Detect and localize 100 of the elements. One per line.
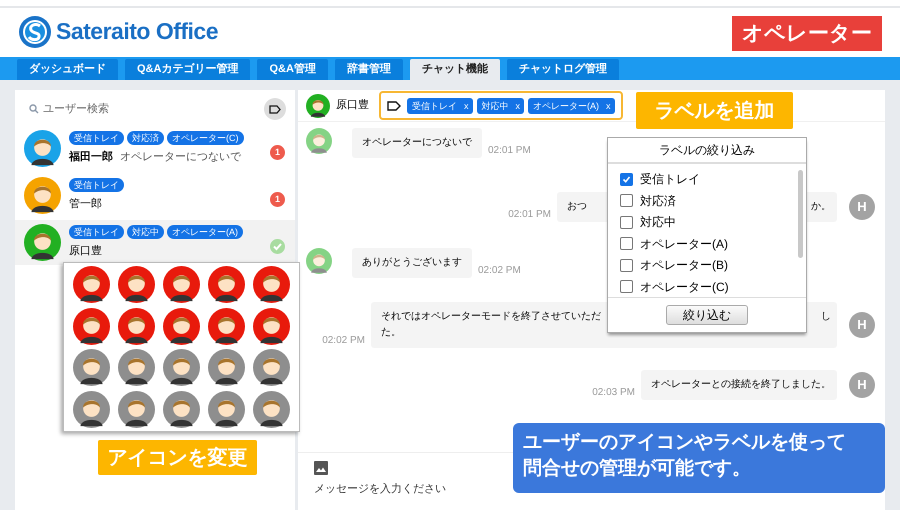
message-text: オペレーターとの接続を終了しました。	[651, 378, 831, 392]
message-input-field[interactable]: メッセージを入力ください	[314, 481, 499, 498]
avatar-icon[interactable]	[208, 266, 245, 304]
message-time: 02:03 PM	[592, 386, 635, 400]
label-tag: 受信トレイ	[69, 225, 124, 240]
avatar-icon[interactable]	[253, 266, 290, 304]
label-filter-button[interactable]	[264, 98, 286, 120]
user-initial-avatar: H	[849, 194, 875, 220]
user-initial-avatar: H	[849, 372, 875, 398]
avatar-icon[interactable]	[118, 349, 155, 386]
message-text: オペレーターにつないで	[362, 136, 472, 150]
remove-label-button[interactable]: x	[606, 98, 610, 114]
message-time: 02:02 PM	[478, 264, 521, 278]
checkbox-label: 対応中	[640, 214, 676, 232]
checkbox-label: 受信トレイ	[640, 171, 700, 188]
label-tag: オペレーター(A) x	[528, 98, 614, 114]
checkbox[interactable]	[620, 237, 633, 250]
checkbox[interactable]	[620, 258, 633, 272]
label-tag: 対応中 x	[476, 98, 524, 114]
unread-count-badge: 1	[270, 192, 285, 207]
message-time: 02:01 PM	[488, 144, 531, 158]
user-initial-avatar: H	[849, 312, 875, 338]
user-name: 原口豊	[69, 244, 102, 260]
checkbox[interactable]	[620, 216, 633, 229]
user-list-item[interactable]: 受信トレイ 対応済 オペレーター(C) 福田一郎 オペレーターにつないで 1	[15, 126, 295, 171]
message-text: か。	[811, 200, 831, 214]
message-text: し	[821, 310, 831, 324]
checkmark-icon	[622, 174, 631, 184]
label-tag: 受信トレイ	[69, 131, 124, 146]
apply-filter-button[interactable]: 絞り込む	[666, 305, 748, 326]
avatar-icon[interactable]	[253, 349, 290, 386]
nav-tab[interactable]: ダッシュボード	[17, 59, 118, 80]
user-name: 管一郎	[69, 196, 102, 212]
message-time: 02:02 PM	[322, 334, 365, 348]
nav-tab[interactable]: 辞書管理	[334, 59, 403, 80]
avatar-icon[interactable]	[208, 308, 245, 345]
message-text: た。	[381, 326, 401, 340]
avatar-icon	[24, 130, 61, 167]
user-list-item[interactable]: 受信トレイ 対応中 オペレーター(A) 原口豊	[15, 220, 295, 265]
tag-icon	[387, 100, 401, 110]
unread-count-badge: 1	[270, 145, 285, 160]
search-icon	[29, 104, 39, 114]
role-badge: オペレーター	[732, 16, 882, 52]
nav-tab[interactable]: Q&Aカテゴリー管理	[125, 59, 250, 80]
checkbox-label: オペレーター(C)	[640, 278, 729, 296]
avatar-icon[interactable]	[118, 390, 155, 428]
avatar-icon[interactable]	[163, 308, 200, 345]
avatar-icon	[24, 224, 61, 261]
check-icon	[270, 239, 285, 254]
callout-text: 問合せの管理が可能です。	[523, 457, 752, 481]
checkbox[interactable]	[620, 194, 633, 208]
message-preview: オペレーターにつないで	[120, 150, 241, 166]
nav-tab[interactable]: Q&A管理	[257, 59, 328, 80]
label-tag: 受信トレイ	[69, 178, 124, 192]
logo-icon	[18, 14, 52, 48]
change-icon-callout: アイコンを変更	[98, 440, 257, 475]
avatar-icon[interactable]	[208, 349, 245, 386]
avatar-icon[interactable]	[208, 390, 245, 428]
avatar-icon	[24, 177, 61, 214]
avatar-icon[interactable]	[73, 390, 110, 428]
remove-label-button[interactable]: x	[464, 98, 468, 114]
callout-text: ユーザーのアイコンやラベルを使って	[523, 431, 847, 455]
remove-label-button[interactable]: x	[516, 98, 520, 114]
chat-user-name: 原口豊	[336, 98, 369, 114]
avatar-icon[interactable]	[73, 349, 110, 386]
avatar-icon	[306, 248, 332, 274]
avatar-icon[interactable]	[73, 308, 110, 345]
image-icon[interactable]	[314, 461, 328, 475]
message-text: ありがとうございます	[362, 256, 462, 270]
logo-text: Sateraito Office	[56, 17, 218, 46]
dropdown-title: ラベルの絞り込み	[608, 138, 806, 164]
checkbox[interactable]	[620, 172, 633, 186]
user-search-field[interactable]: ユーザー検索	[43, 100, 193, 118]
message-text: それではオペレーターモードを終了させていただ	[381, 310, 601, 324]
avatar-icon[interactable]	[118, 266, 155, 304]
checkbox-label: 対応済	[640, 192, 676, 210]
label-tag: 受信トレイ x	[407, 98, 472, 114]
avatar-icon[interactable]	[73, 266, 110, 304]
checkbox-label: オペレーター(A)	[640, 236, 728, 253]
avatar-icon[interactable]	[253, 390, 290, 428]
user-list-item[interactable]: 受信トレイ 管一郎 1	[15, 173, 295, 218]
checkbox[interactable]	[620, 280, 633, 294]
add-label-callout: ラベルを追加	[636, 92, 793, 129]
nav-tab[interactable]: チャット機能	[410, 59, 500, 80]
avatar-icon[interactable]	[163, 390, 200, 428]
label-tag: オペレーター(A)	[167, 225, 243, 240]
scrollbar[interactable]	[798, 170, 803, 258]
checkbox-label: オペレーター(B)	[640, 257, 728, 274]
avatar-icon[interactable]	[163, 266, 200, 304]
label-tag: 対応中	[127, 225, 164, 240]
label-tag: オペレーター(C)	[167, 131, 244, 146]
message-text: おつ	[567, 200, 587, 214]
avatar-icon[interactable]	[163, 349, 200, 386]
avatar-icon[interactable]	[253, 308, 290, 345]
avatar-icon[interactable]	[118, 308, 155, 345]
label-tag: 対応済	[127, 131, 164, 146]
label-editor[interactable]: 受信トレイ x 対応中 x オペレーター(A) x	[379, 91, 622, 120]
tag-icon	[269, 104, 281, 114]
nav-tab[interactable]: チャットログ管理	[506, 59, 619, 80]
user-name: 福田一郎	[69, 150, 113, 166]
